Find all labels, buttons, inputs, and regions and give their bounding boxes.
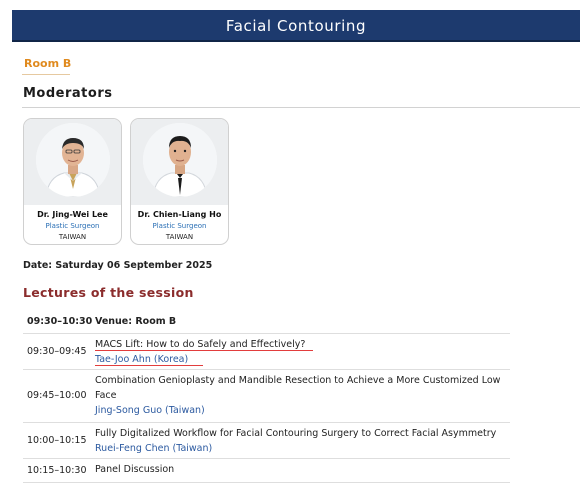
header-venue: Venue: Room B <box>95 316 177 327</box>
moderators-divider <box>22 107 580 108</box>
moderator-card[interactable]: Dr. Jing-Wei Lee Plastic Surgeon TAIWAN <box>23 118 122 245</box>
lecture-row[interactable]: 10:15–10:30 Panel Discussion <box>23 459 510 483</box>
lecture-time: 10:15–10:30 <box>27 465 87 476</box>
moderator-photo-frame <box>24 119 121 205</box>
session-date: Date: Saturday 06 September 2025 <box>23 260 213 271</box>
moderator-country: TAIWAN <box>58 233 87 241</box>
lecture-row[interactable]: 09:45–10:00 Combination Genioplasty and … <box>23 370 510 423</box>
moderator-name: Dr. Chien-Liang Ho <box>137 210 222 219</box>
lecture-row[interactable]: 10:00–10:15 Fully Digitalized Workflow f… <box>23 423 510 459</box>
session-title: Facial Contouring <box>225 17 367 35</box>
moderator-photo <box>36 123 110 197</box>
highlight-underline <box>95 365 203 366</box>
lecture-topic[interactable]: Combination Genioplasty and Mandible Res… <box>95 373 510 388</box>
room-tab[interactable]: Room B <box>24 57 71 70</box>
lecture-topic-continued[interactable]: Face <box>95 388 510 403</box>
moderator-card[interactable]: Dr. Chien-Liang Ho Plastic Surgeon TAIWA… <box>130 118 229 245</box>
moderator-country: TAIWAN <box>165 233 194 241</box>
moderator-photo <box>143 123 217 197</box>
moderators-heading: Moderators <box>23 86 113 101</box>
lecture-topic[interactable]: Panel Discussion <box>95 462 510 477</box>
lecture-time: 10:00–10:15 <box>27 435 87 446</box>
highlight-underline <box>95 350 313 351</box>
moderator-photo-frame <box>131 119 228 205</box>
lecture-time: 09:30–09:45 <box>27 346 87 357</box>
lecture-speaker[interactable]: Ruei-Feng Chen (Taiwan) <box>95 441 510 456</box>
lecture-speaker[interactable]: Jing-Song Guo (Taiwan) <box>95 403 510 418</box>
lecture-schedule: 09:30–10:30 Venue: Room B 09:30–09:45 MA… <box>23 310 510 483</box>
schedule-header-row: 09:30–10:30 Venue: Room B <box>23 310 510 334</box>
moderator-name: Dr. Jing-Wei Lee <box>37 210 108 219</box>
room-tab-underline <box>22 74 70 75</box>
lectures-heading: Lectures of the session <box>23 285 194 300</box>
moderator-title: Plastic Surgeon <box>45 222 100 230</box>
lecture-topic[interactable]: Fully Digitalized Workflow for Facial Co… <box>95 426 510 441</box>
header-time: 09:30–10:30 <box>27 316 93 327</box>
lecture-row[interactable]: 09:30–09:45 MACS Lift: How to do Safely … <box>23 334 510 370</box>
session-banner: Facial Contouring <box>12 10 580 42</box>
moderator-title: Plastic Surgeon <box>152 222 207 230</box>
lecture-time: 09:45–10:00 <box>27 390 87 401</box>
